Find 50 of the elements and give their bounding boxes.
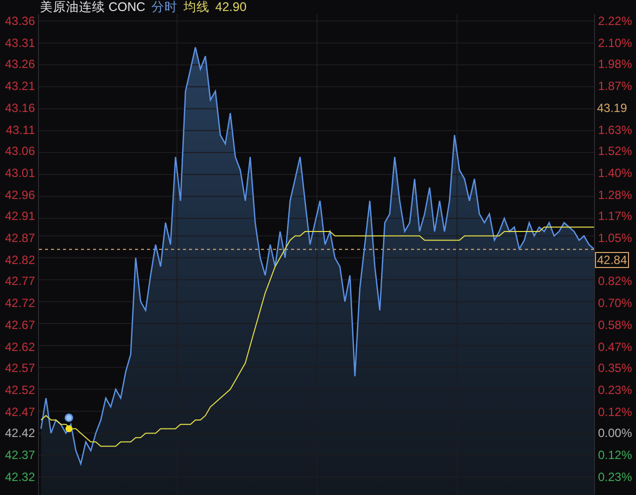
axis-label: 42.57 <box>4 361 35 376</box>
axis-label: 42.32 <box>4 470 35 484</box>
axis-label: 42.77 <box>4 274 35 288</box>
axis-label: 43.06 <box>4 144 35 158</box>
axis-label: 42.52 <box>4 382 35 397</box>
axis-label: 42.47 <box>4 404 35 419</box>
axis-label: 0.35% <box>598 361 632 376</box>
axis-label: 2.10% <box>598 36 632 50</box>
axis-label: 42.67 <box>4 318 35 332</box>
current-price-tag: 42.84 <box>595 252 630 268</box>
axis-label: 0.12% <box>598 404 632 419</box>
axis-label: 1.17% <box>598 209 632 224</box>
average-dot-icon <box>65 425 72 432</box>
axis-label: 0.00% <box>598 426 632 440</box>
axis-label: 43.01 <box>4 166 35 180</box>
axis-label: 42.87 <box>4 231 35 246</box>
axis-label: 42.96 <box>4 188 35 202</box>
instrument-name: 美原油连续 CONC <box>40 0 146 14</box>
axis-label: 1.05% <box>598 231 632 246</box>
axis-label: 42.62 <box>4 340 35 354</box>
axis-label: 42.82 <box>4 252 35 267</box>
axis-label: 0.70% <box>598 296 632 310</box>
axis-label: 43.21 <box>4 79 35 94</box>
axis-label: 1.28% <box>598 188 632 202</box>
axis-label: 0.82% <box>598 274 632 288</box>
axis-label: 43.26 <box>4 57 35 72</box>
axis-label: 0.23% <box>598 382 632 397</box>
event-marker-icon[interactable] <box>64 414 74 422</box>
axis-label: 43.16 <box>4 100 35 115</box>
mode-label: 分时 <box>151 0 178 14</box>
axis-label: 1.98% <box>598 57 632 72</box>
axis-label: 0.58% <box>598 318 632 332</box>
axis-label: 0.23% <box>598 470 632 484</box>
axis-label: 1.87% <box>598 79 632 94</box>
axis-label: 42.42 <box>4 426 35 440</box>
axis-label: 43.11 <box>6 122 35 137</box>
axis-label: 1.63% <box>598 122 632 137</box>
axis-label: 0.12% <box>598 448 632 462</box>
axis-label: 2.22% <box>598 14 632 28</box>
axis-label: 1.52% <box>598 144 632 158</box>
axis-label: 0.47% <box>598 340 632 354</box>
axis-label: 43.31 <box>4 36 35 50</box>
axis-label: 42.37 <box>4 448 35 462</box>
average-label: 均线 <box>183 0 210 14</box>
axis-label: 42.91 <box>4 209 35 224</box>
axis-label: 42.72 <box>4 296 35 310</box>
high-price-label: 43.19 <box>597 100 628 115</box>
axis-label: 43.36 <box>4 14 35 28</box>
axis-label: 1.40% <box>598 166 632 180</box>
average-value: 42.90 <box>215 0 247 14</box>
